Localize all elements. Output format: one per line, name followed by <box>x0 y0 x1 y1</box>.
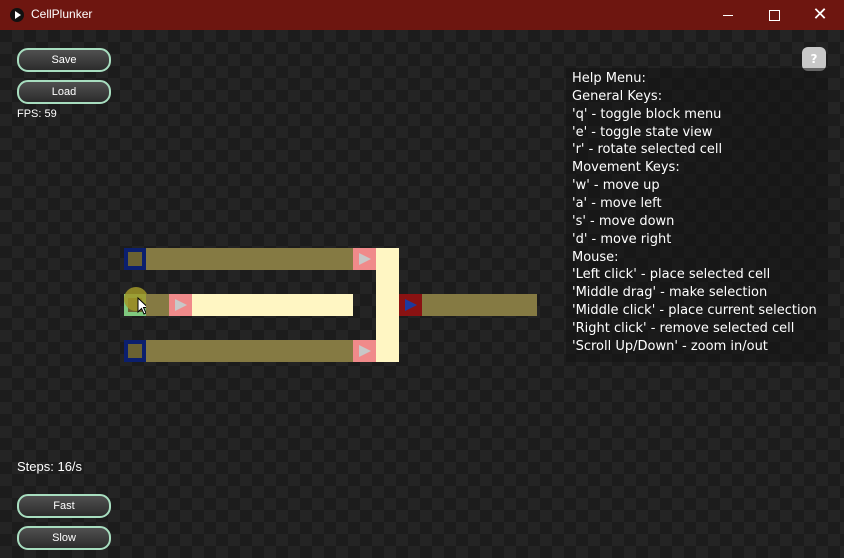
wire-off[interactable] <box>146 248 353 270</box>
minimize-icon <box>723 14 733 16</box>
play-icon <box>10 8 24 22</box>
arrow-right-icon <box>405 299 417 311</box>
source-cell[interactable] <box>353 340 376 362</box>
slow-button[interactable]: Slow <box>17 526 111 550</box>
window-title: CellPlunker <box>31 7 93 21</box>
wire-off[interactable] <box>146 294 169 316</box>
wire-on[interactable] <box>192 294 353 316</box>
help-line: Movement Keys: <box>572 160 680 175</box>
arrow-right-icon <box>359 345 371 357</box>
wire-on[interactable] <box>376 248 399 362</box>
help-line: 'w' - move up <box>572 178 660 193</box>
help-line: 'Scroll Up/Down' - zoom in/out <box>572 339 768 354</box>
source-cell[interactable] <box>353 248 376 270</box>
help-line: 's' - move down <box>572 214 675 229</box>
close-button[interactable]: ✕ <box>797 0 843 30</box>
fast-button[interactable]: Fast <box>17 494 111 518</box>
input-cell[interactable] <box>124 340 146 362</box>
wire-off[interactable] <box>146 340 353 362</box>
load-button[interactable]: Load <box>17 80 111 104</box>
title-bar: CellPlunker ✕ <box>0 0 844 30</box>
help-line: 'd' - move right <box>572 232 672 247</box>
help-line: 'Left click' - place selected cell <box>572 267 771 282</box>
help-line: 'Right click' - remove selected cell <box>572 321 795 336</box>
input-cell[interactable] <box>124 248 146 270</box>
help-line: 'e' - toggle state view <box>572 125 713 140</box>
help-line: 'Middle drag' - make selection <box>572 285 768 300</box>
fps-counter: FPS: 59 <box>17 108 57 120</box>
wire-off[interactable] <box>422 294 537 316</box>
steps-rate: Steps: 16/s <box>17 459 83 474</box>
help-line: Mouse: <box>572 250 619 265</box>
help-line: 'q' - toggle block menu <box>572 107 722 122</box>
help-line: General Keys: <box>572 89 663 104</box>
save-button[interactable]: Save <box>17 48 111 72</box>
help-line: 'Middle click' - place current selection <box>572 303 817 318</box>
maximize-icon <box>768 9 780 21</box>
help-line: 'a' - move left <box>572 196 662 211</box>
output-cell[interactable] <box>399 294 422 316</box>
arrow-right-icon <box>359 253 371 265</box>
source-cell[interactable] <box>169 294 192 316</box>
help-line: Help Menu: <box>572 71 646 86</box>
arrow-right-icon <box>175 299 187 311</box>
minimize-button[interactable] <box>705 0 751 30</box>
help-line: 'r' - rotate selected cell <box>572 142 723 157</box>
close-icon: ✕ <box>812 4 828 25</box>
maximize-button[interactable] <box>751 0 797 30</box>
